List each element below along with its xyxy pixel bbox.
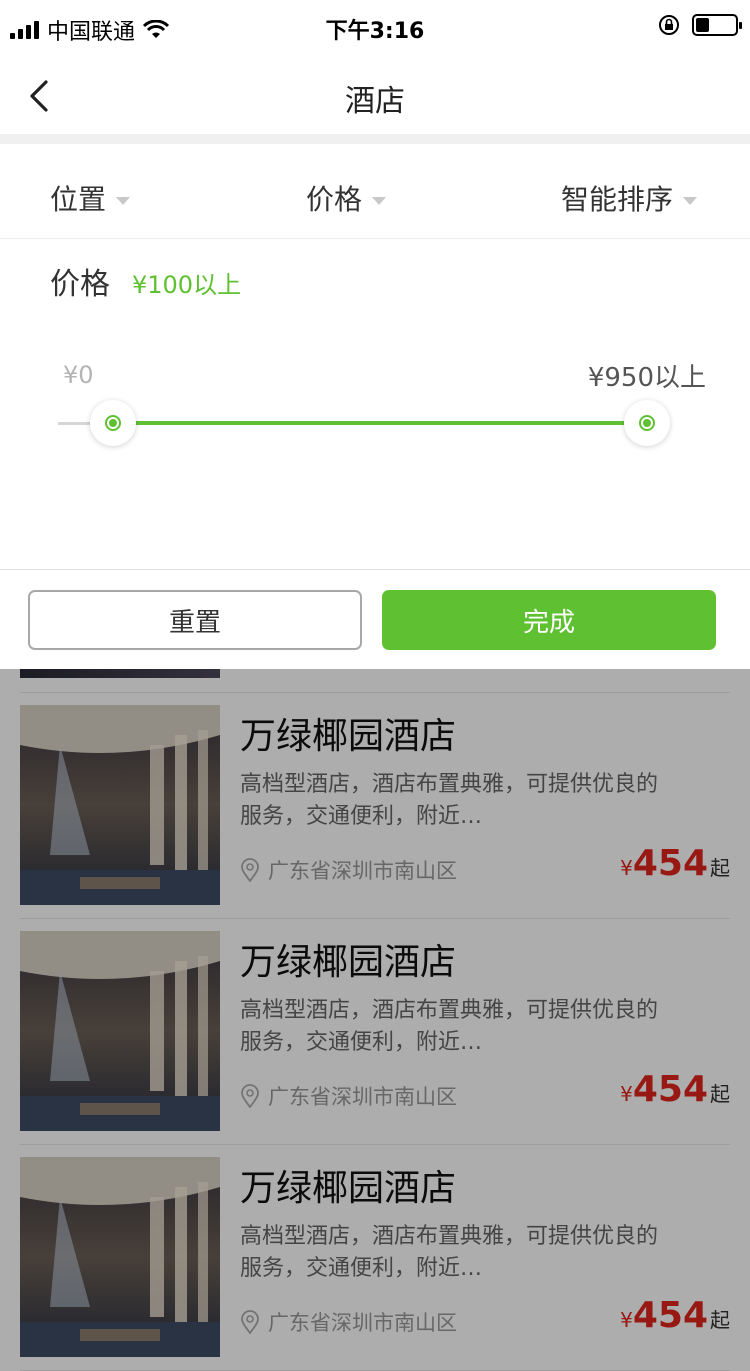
done-button[interactable]: 完成 bbox=[382, 590, 716, 650]
filter-location[interactable]: 位置 bbox=[50, 178, 131, 218]
section-divider bbox=[0, 134, 750, 144]
price-min-label: ¥0 bbox=[63, 361, 94, 389]
filter-price-label: 价格 bbox=[306, 183, 363, 216]
navigation-bar: 酒店 bbox=[0, 56, 750, 134]
price-panel-title: 价格 bbox=[50, 267, 110, 302]
filter-sort-label: 智能排序 bbox=[561, 183, 674, 216]
handle-dot bbox=[109, 419, 117, 427]
price-slider-min-handle[interactable] bbox=[90, 400, 136, 446]
caret-down-icon bbox=[116, 197, 131, 205]
status-time: 下午3:16 bbox=[325, 19, 425, 44]
price-max-label: ¥950以上 bbox=[587, 363, 706, 393]
battery-icon bbox=[692, 14, 742, 36]
price-selected-value: ¥100以上 bbox=[132, 271, 242, 299]
caret-down-icon bbox=[683, 197, 698, 205]
handle-dot bbox=[643, 419, 651, 427]
filter-price[interactable]: 价格 bbox=[306, 178, 387, 218]
price-slider-max-handle[interactable] bbox=[624, 400, 670, 446]
orientation-lock-icon bbox=[659, 15, 679, 35]
filter-sort[interactable]: 智能排序 bbox=[561, 178, 698, 218]
reset-button[interactable]: 重置 bbox=[28, 590, 362, 650]
filter-location-label: 位置 bbox=[50, 183, 107, 216]
price-filter-panel: 价格 ¥100以上 ¥0 ¥950以上 bbox=[0, 239, 750, 569]
modal-backdrop[interactable] bbox=[0, 669, 750, 1371]
battery-level bbox=[696, 18, 710, 32]
status-bar: 中国联通 下午3:16 bbox=[0, 0, 750, 56]
page-title: 酒店 bbox=[345, 84, 405, 119]
status-right bbox=[658, 14, 742, 36]
action-bar: 重置 完成 bbox=[0, 569, 750, 669]
caret-down-icon bbox=[372, 197, 387, 205]
price-slider-range bbox=[113, 421, 647, 425]
filter-bar: 位置 价格 智能排序 bbox=[0, 144, 750, 239]
